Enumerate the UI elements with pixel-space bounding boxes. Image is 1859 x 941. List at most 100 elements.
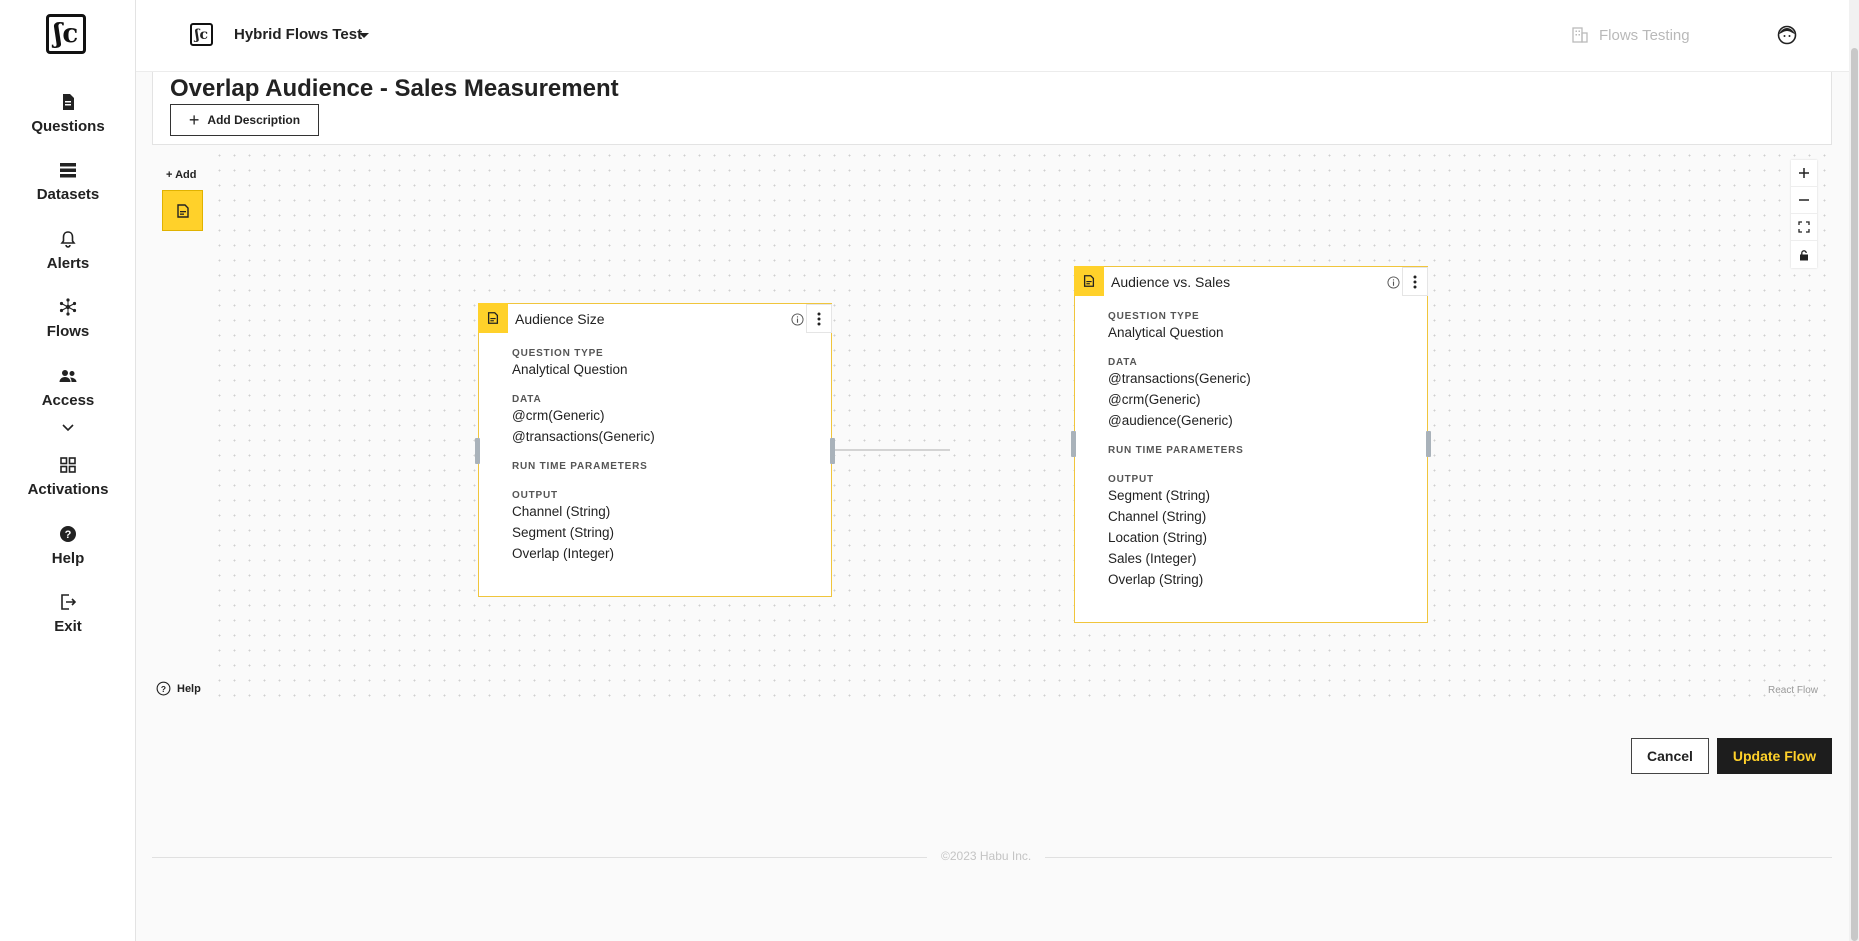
flow-canvas[interactable]: + Add ? Help React Flow Audience Size QU… (152, 148, 1832, 705)
output-item: Segment (String) (1108, 488, 1211, 503)
output-label: OUTPUT (512, 490, 558, 501)
data-label: DATA (512, 394, 542, 405)
info-icon[interactable] (1387, 276, 1400, 289)
nav-flows[interactable]: Flows (0, 297, 136, 340)
node-menu-button[interactable] (806, 304, 832, 333)
nav-alerts[interactable]: Alerts (0, 229, 136, 272)
help-circle-icon: ? (60, 526, 76, 542)
data-item: @transactions(Generic) (512, 429, 655, 444)
node-menu-button[interactable] (1402, 267, 1428, 296)
canvas-help-label: Help (177, 682, 201, 695)
building-icon (1572, 27, 1588, 43)
nav-flows-label: Flows (46, 323, 90, 340)
output-item: Overlap (String) (1108, 572, 1204, 587)
organization-name[interactable]: Flows Testing (1599, 27, 1690, 44)
cancel-button[interactable]: Cancel (1631, 738, 1709, 774)
output-item: Channel (String) (1108, 509, 1207, 524)
flow-edge[interactable] (830, 449, 950, 451)
node-output-handle[interactable] (830, 438, 835, 464)
minus-icon (1799, 199, 1809, 201)
page-title: Overlap Audience - Sales Measurement (170, 75, 619, 102)
nav-help[interactable]: ? Help (0, 524, 136, 567)
fullscreen-icon (1798, 221, 1810, 233)
scrollbar-thumb[interactable] (1851, 48, 1858, 941)
chevron-down-icon[interactable] (58, 420, 78, 436)
output-item: Overlap (Integer) (512, 546, 615, 561)
info-icon[interactable] (791, 313, 804, 326)
output-item: Sales (Integer) (1108, 551, 1197, 566)
node-output-handle[interactable] (1426, 431, 1431, 457)
data-item: @transactions(Generic) (1108, 371, 1251, 386)
sidebar: ʃc Questions Datasets Alerts Flows Acces… (0, 0, 136, 941)
output-item: Location (String) (1108, 530, 1208, 545)
nav-activations-label: Activations (27, 481, 109, 498)
question-node-icon (478, 303, 508, 333)
nav-questions-label: Questions (31, 118, 105, 135)
document-icon (63, 94, 74, 110)
people-icon (59, 370, 77, 382)
more-vertical-icon (1413, 275, 1417, 288)
node-input-handle[interactable] (1071, 431, 1076, 457)
svg-text:?: ? (65, 529, 72, 541)
data-item: @crm(Generic) (512, 408, 605, 423)
plus-icon (1799, 168, 1809, 178)
add-description-button[interactable]: + Add Description (170, 104, 319, 136)
update-flow-button[interactable]: Update Flow (1717, 738, 1832, 774)
exit-icon (61, 594, 77, 610)
footer-copyright: ©2023 Habu Inc. (927, 849, 1046, 863)
question-type-value: Analytical Question (1108, 325, 1224, 340)
canvas-controls (1791, 160, 1817, 268)
flow-header: Overlap Audience - Sales Measurement + A… (152, 72, 1832, 145)
question-type-label: QUESTION TYPE (1108, 311, 1200, 322)
avatar-icon[interactable] (1777, 25, 1797, 45)
plus-icon: + (188, 110, 200, 130)
list-icon (60, 163, 76, 178)
flow-node-audience-vs-sales[interactable]: Audience vs. Sales QUESTION TYPE Analyti… (1071, 266, 1431, 623)
nav-alerts-label: Alerts (46, 255, 90, 272)
node-input-handle[interactable] (475, 438, 480, 464)
data-item: @crm(Generic) (1108, 392, 1201, 407)
workspace-selector[interactable]: Hybrid Flows Test (234, 26, 362, 43)
nav-questions[interactable]: Questions (0, 92, 136, 135)
zoom-in-button[interactable] (1791, 160, 1817, 187)
svg-text:?: ? (161, 684, 166, 694)
react-flow-attribution[interactable]: React Flow (1768, 685, 1818, 696)
node-title: Audience vs. Sales (1111, 274, 1231, 290)
lock-button[interactable] (1791, 241, 1817, 268)
question-type-value: Analytical Question (512, 362, 628, 377)
output-item: Segment (String) (512, 525, 615, 540)
data-item: @audience(Generic) (1108, 413, 1233, 428)
runtime-parameters-label: RUN TIME PARAMETERS (1108, 445, 1244, 456)
data-label: DATA (1108, 357, 1138, 368)
question-node-icon (1074, 266, 1104, 296)
output-item: Channel (String) (512, 504, 611, 519)
flow-node-audience-size[interactable]: Audience Size QUESTION TYPE Analytical Q… (475, 303, 835, 597)
node-title: Audience Size (515, 311, 605, 327)
nav-activations[interactable]: Activations (0, 455, 136, 498)
nav-datasets-label: Datasets (36, 186, 100, 203)
caret-down-icon[interactable] (359, 33, 369, 38)
question-node-icon (176, 203, 189, 218)
help-outline-icon: ? (156, 681, 171, 696)
palette-question-node[interactable] (162, 190, 203, 231)
workspace-logo: ʃc (190, 23, 213, 46)
nav-exit-label: Exit (54, 618, 82, 635)
bell-icon (60, 231, 76, 248)
topbar: ʃc Hybrid Flows Test Flows Testing (136, 0, 1859, 72)
habu-logo[interactable]: ʃc (46, 14, 86, 54)
grid-icon (60, 457, 76, 473)
zoom-out-button[interactable] (1791, 187, 1817, 214)
network-icon (59, 298, 77, 316)
lock-icon (1800, 249, 1808, 260)
nav-access-label: Access (41, 392, 95, 409)
nav-access[interactable]: Access (0, 366, 136, 409)
node-palette: + Add (152, 148, 213, 705)
question-type-label: QUESTION TYPE (512, 348, 604, 359)
palette-add-label: + Add (166, 169, 197, 181)
runtime-parameters-label: RUN TIME PARAMETERS (512, 461, 648, 472)
more-vertical-icon (817, 312, 821, 325)
nav-datasets[interactable]: Datasets (0, 160, 136, 203)
nav-exit[interactable]: Exit (0, 592, 136, 635)
canvas-help-link[interactable]: ? Help (156, 681, 201, 696)
fit-view-button[interactable] (1791, 214, 1817, 241)
